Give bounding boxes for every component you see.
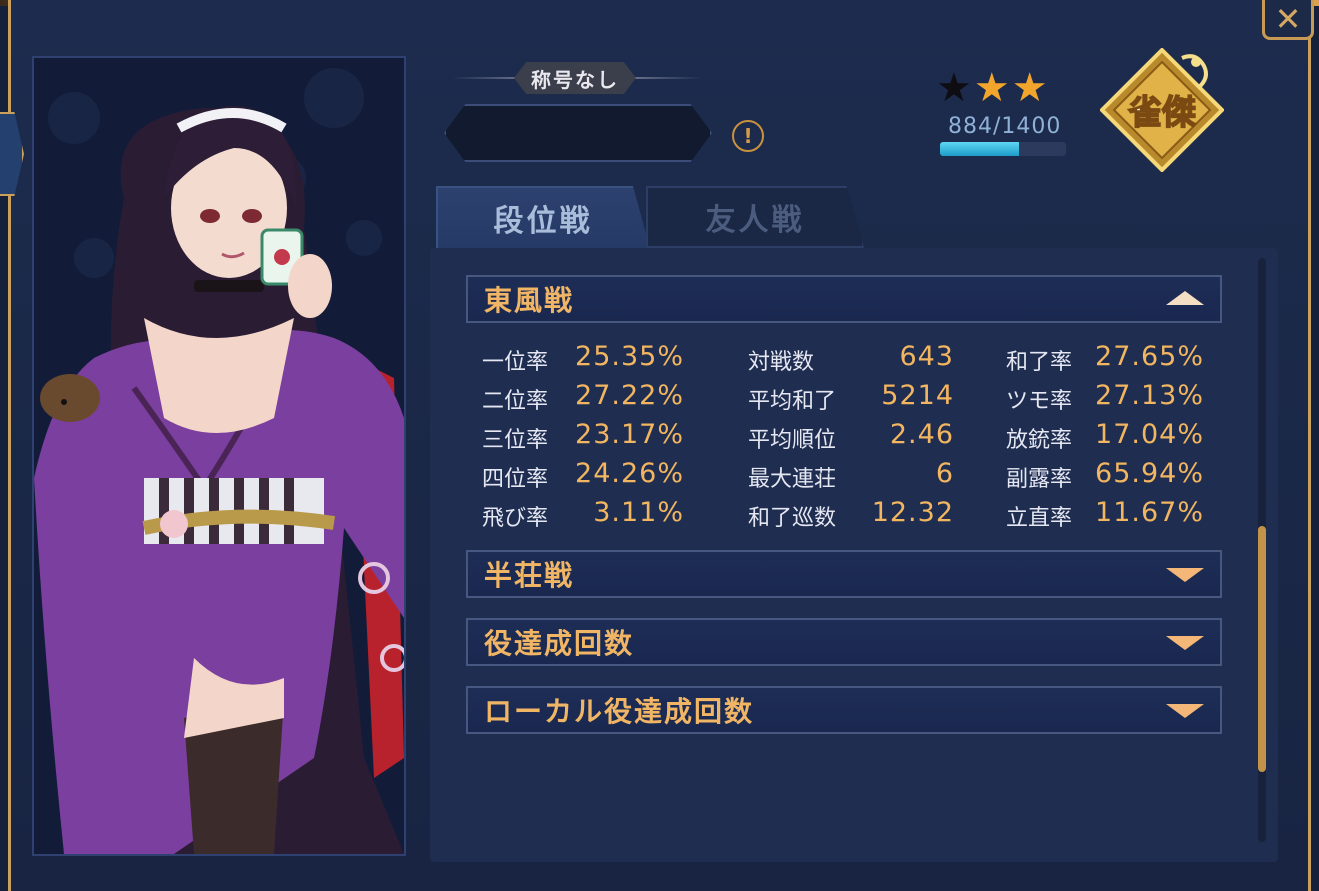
star-icon: ★ — [1011, 65, 1048, 111]
rank-badge-label: 雀傑 — [1128, 93, 1196, 133]
stat-value: 25.35% — [575, 341, 684, 372]
rank-points-text: 884/1400 — [948, 114, 1062, 139]
tab-ranked[interactable]: 段位戦 — [436, 186, 650, 248]
expand-arrow-icon — [1166, 636, 1204, 650]
section-tonpu-label: 東風戦 — [484, 284, 575, 317]
stat-value: 27.22% — [575, 380, 684, 411]
rank-badge: 雀傑 — [1099, 47, 1225, 173]
player-name-box — [444, 104, 712, 162]
star-icon: ★ — [973, 65, 1010, 111]
stat-label: 和了率 — [1006, 350, 1073, 375]
stat-label: ツモ率 — [1006, 389, 1073, 414]
stat-value: 24.26% — [575, 458, 684, 489]
stat-value: 5214 — [881, 380, 954, 411]
scrollbar-thumb[interactable] — [1258, 526, 1266, 772]
info-icon[interactable]: ! — [732, 120, 764, 152]
rank-stars: ★ ★ ★ — [936, 68, 1048, 108]
section-hanchan-label: 半荘戦 — [484, 559, 575, 592]
section-hanchan-header[interactable]: 半荘戦 — [466, 550, 1222, 598]
star-icon: ★ — [936, 65, 972, 111]
section-yaku-header[interactable]: 役達成回数 — [466, 618, 1222, 666]
stat-value: 27.13% — [1095, 380, 1204, 411]
player-title: 称号なし — [514, 62, 636, 94]
stat-label: 和了巡数 — [748, 506, 837, 531]
collapse-arrow-icon — [1166, 291, 1204, 305]
stat-label: 平均順位 — [748, 428, 837, 453]
stat-label: 対戦数 — [748, 350, 815, 375]
section-local-yaku-label: ローカル役達成回数 — [484, 695, 755, 728]
stat-label: 副露率 — [1006, 467, 1073, 492]
stat-label: 放銃率 — [1006, 428, 1073, 453]
stat-value: 3.11% — [593, 497, 684, 528]
stat-label: 平均和了 — [748, 389, 837, 414]
stat-label: 飛び率 — [482, 506, 549, 531]
expand-arrow-icon — [1166, 704, 1204, 718]
stat-label: 三位率 — [482, 428, 549, 453]
tab-friendly[interactable]: 友人戦 — [646, 186, 864, 248]
stat-label: 一位率 — [482, 350, 549, 375]
close-button[interactable]: ✕ — [1262, 0, 1314, 40]
stat-label: 二位率 — [482, 389, 549, 414]
stat-value: 6 — [935, 458, 954, 489]
title-plate: 称号なし — [452, 58, 702, 98]
stat-value: 2.46 — [889, 419, 954, 450]
stat-value: 17.04% — [1095, 419, 1204, 450]
stat-value: 27.65% — [1095, 341, 1204, 372]
stat-value: 643 — [899, 341, 954, 372]
character-portrait — [32, 56, 406, 856]
stat-label: 最大連荘 — [748, 467, 837, 492]
rank-points-bar — [940, 142, 1066, 156]
stat-label: 立直率 — [1006, 506, 1073, 531]
scrollbar[interactable] — [1258, 258, 1266, 842]
stat-label: 四位率 — [482, 467, 549, 492]
rank-points-fill — [940, 142, 1020, 156]
stat-value: 65.94% — [1095, 458, 1204, 489]
stat-value: 11.67% — [1095, 497, 1204, 528]
stat-value: 12.32 — [871, 497, 954, 528]
section-local-yaku-header[interactable]: ローカル役達成回数 — [466, 686, 1222, 734]
expand-arrow-icon — [1166, 568, 1204, 582]
section-yaku-label: 役達成回数 — [484, 627, 635, 660]
stat-value: 23.17% — [575, 419, 684, 450]
section-tonpu-header[interactable]: 東風戦 — [466, 275, 1222, 323]
close-icon: ✕ — [1274, 0, 1302, 38]
